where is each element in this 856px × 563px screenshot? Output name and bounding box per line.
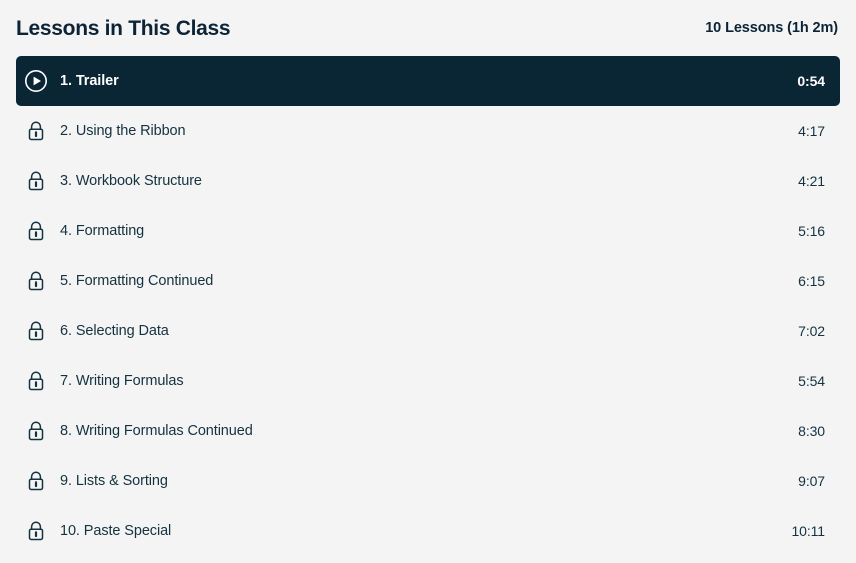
lesson-row[interactable]: 8. Writing Formulas Continued 8:30 xyxy=(16,406,840,456)
panel-header: Lessons in This Class 10 Lessons (1h 2m) xyxy=(0,0,856,56)
lesson-row[interactable]: 5. Formatting Continued 6:15 xyxy=(16,256,840,306)
lesson-duration: 9:07 xyxy=(798,473,825,489)
lesson-title: 7. Writing Formulas xyxy=(60,373,184,389)
lesson-title: 5. Formatting Continued xyxy=(60,273,214,289)
lesson-row[interactable]: 6. Selecting Data 7:02 xyxy=(16,306,840,356)
lesson-title: 3. Workbook Structure xyxy=(60,173,202,189)
lesson-title: 10. Paste Special xyxy=(60,523,172,539)
lesson-title: 4. Formatting xyxy=(60,223,145,239)
lock-icon xyxy=(22,117,50,145)
page-title: Lessons in This Class xyxy=(16,16,231,40)
lock-icon xyxy=(22,367,50,395)
lesson-duration: 0:54 xyxy=(797,73,825,89)
lesson-row[interactable]: 9. Lists & Sorting 9:07 xyxy=(16,456,840,506)
play-circle-icon[interactable] xyxy=(22,67,50,95)
lesson-row[interactable]: 10. Paste Special 10:11 xyxy=(16,506,840,556)
lock-icon xyxy=(22,217,50,245)
lesson-title: 8. Writing Formulas Continued xyxy=(60,423,253,439)
lock-icon xyxy=(22,467,50,495)
lock-icon xyxy=(22,317,50,345)
lesson-row[interactable]: 7. Writing Formulas 5:54 xyxy=(16,356,840,406)
lesson-duration: 10:11 xyxy=(791,523,826,539)
lock-icon xyxy=(22,517,50,545)
lesson-title: 9. Lists & Sorting xyxy=(60,473,168,489)
lesson-title: 1. Trailer xyxy=(60,73,119,89)
lesson-row[interactable]: 4. Formatting 5:16 xyxy=(16,206,840,256)
lesson-row[interactable]: 3. Workbook Structure 4:21 xyxy=(16,156,840,206)
lessons-panel: Lessons in This Class 10 Lessons (1h 2m)… xyxy=(0,0,856,563)
lesson-duration: 4:17 xyxy=(798,123,825,139)
lesson-row[interactable]: 2. Using the Ribbon 4:17 xyxy=(16,106,840,156)
lock-icon xyxy=(22,267,50,295)
lesson-count-summary: 10 Lessons (1h 2m) xyxy=(705,19,838,36)
lesson-duration: 5:16 xyxy=(798,223,825,239)
lesson-duration: 7:02 xyxy=(798,323,825,339)
lesson-duration: 8:30 xyxy=(798,423,825,439)
lesson-list: 1. Trailer 0:54 2. Using the Ribbon 4:17 3. … xyxy=(0,56,856,556)
lock-icon xyxy=(22,417,50,445)
lesson-row[interactable]: 1. Trailer 0:54 xyxy=(16,56,840,106)
lock-icon xyxy=(22,167,50,195)
lesson-title: 2. Using the Ribbon xyxy=(60,123,186,139)
lesson-title: 6. Selecting Data xyxy=(60,323,169,339)
lesson-duration: 4:21 xyxy=(798,173,825,189)
lesson-duration: 5:54 xyxy=(798,373,825,389)
lesson-duration: 6:15 xyxy=(798,273,825,289)
